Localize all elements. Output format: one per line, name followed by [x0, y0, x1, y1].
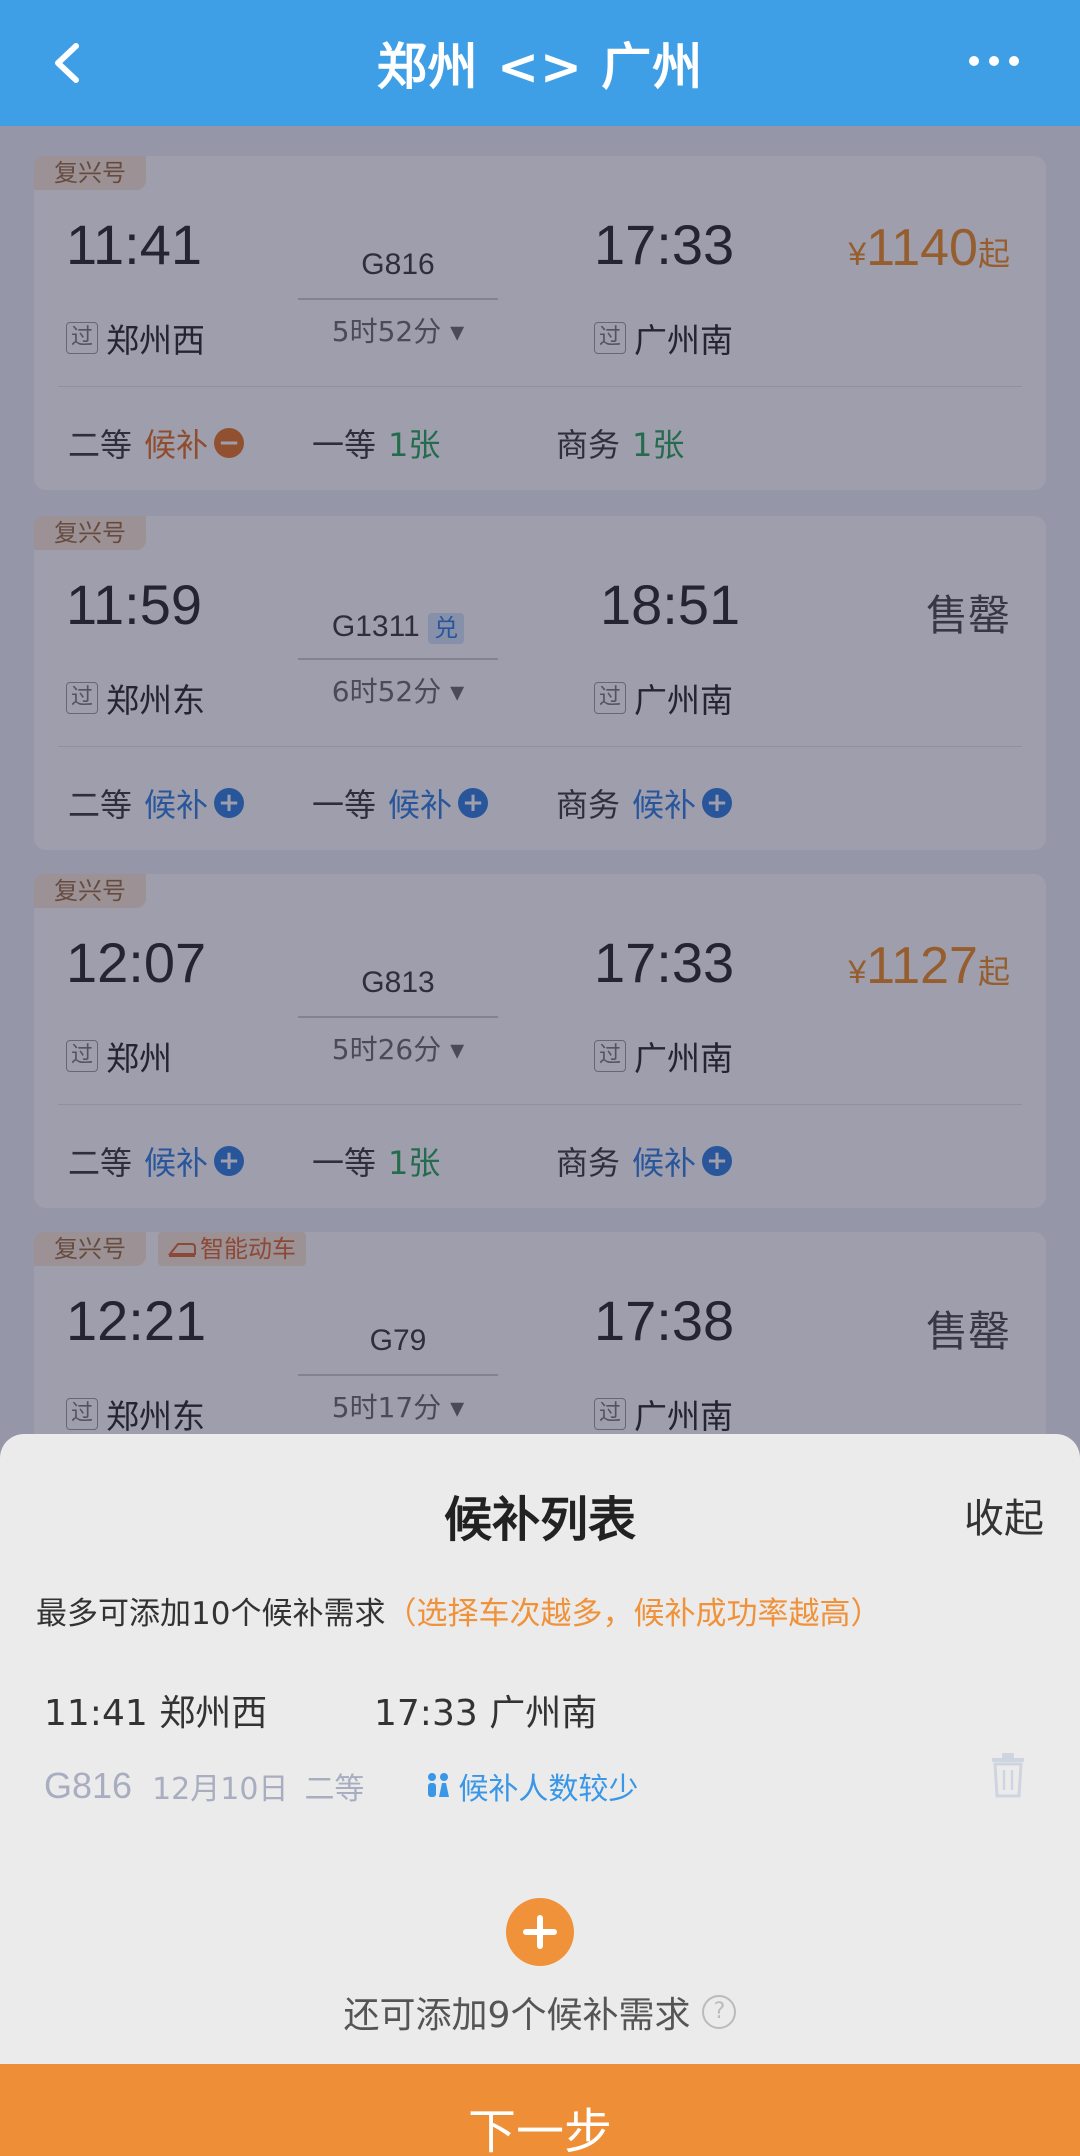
nav-header: 郑州 <> 广州 [0, 0, 1080, 126]
hint-tip: （选择车次越多，候补成功率越高） [385, 1596, 882, 1632]
people-icon [428, 1773, 450, 1797]
next-step-button[interactable]: 下一步 [0, 2064, 1080, 2156]
waitlist-hint: 最多可添加10个候补需求（选择车次越多，候补成功率越高） [36, 1596, 882, 1632]
waitlist-seat: 二等 [304, 1772, 365, 1807]
waitlist-sheet: 候补列表 收起 最多可添加10个候补需求（选择车次越多，候补成功率越高） 11:… [0, 1434, 1080, 2064]
help-icon[interactable]: ? [702, 1995, 737, 2029]
back-arrow-icon[interactable] [44, 38, 94, 88]
waitlist-people: 候补人数较少 [424, 1764, 638, 1808]
trash-icon[interactable] [988, 1750, 1028, 1798]
waitlist-item: 11:41 郑州西 17:33 广州南 G816 12月10日 二等 候补人数较… [44, 1684, 1044, 1834]
add-waitlist-button[interactable] [506, 1898, 574, 1966]
add-more-hint: 还可添加9个候补需求 ? [0, 1986, 1080, 2038]
waitlist-date: 12月10日 [152, 1772, 289, 1807]
waitlist-arrive: 17:33 广州南 [374, 1693, 598, 1734]
sheet-title: 候补列表 [443, 1492, 636, 1548]
waitlist-train-number: G816 [44, 1765, 133, 1806]
page-title: 郑州 <> 广州 [376, 38, 704, 96]
more-dots-icon[interactable] [964, 46, 1024, 76]
page: 郑州 <> 广州 复兴号 11:41 过 郑州西 G816 5时52分 ▾ 17… [0, 0, 1080, 2156]
collapse-button[interactable]: 收起 [964, 1486, 1044, 1544]
waitlist-depart: 11:41 郑州西 [44, 1693, 268, 1734]
